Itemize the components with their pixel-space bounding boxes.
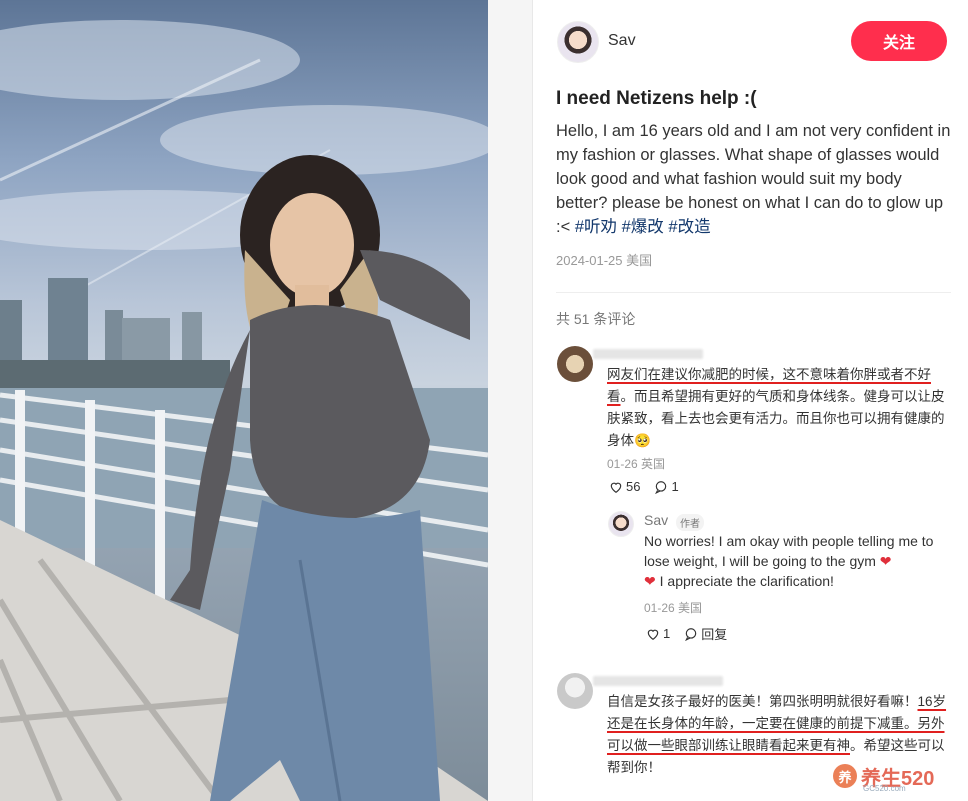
reply-author-name[interactable]: Sav bbox=[644, 512, 668, 528]
comment-meta: 01-26 英国 bbox=[607, 455, 665, 472]
commenter-avatar[interactable] bbox=[557, 346, 593, 382]
note-meta: 2024-01-25 美国 bbox=[556, 250, 652, 269]
note-body: Hello, I am 16 years old and I am not ve… bbox=[556, 119, 951, 239]
commenter-avatar[interactable] bbox=[557, 673, 593, 709]
note-date: 2024-01-25 bbox=[556, 253, 623, 268]
reply-button[interactable]: 回复 bbox=[684, 624, 727, 643]
comment-location: 英国 bbox=[641, 457, 666, 471]
note-title: I need Netizens help :( bbox=[556, 88, 757, 109]
commenter-name-blurred bbox=[593, 349, 703, 359]
heart-icon bbox=[610, 482, 622, 493]
like-button[interactable]: 56 bbox=[609, 479, 640, 494]
heart-icon bbox=[647, 629, 659, 640]
reply-date: 01-26 bbox=[644, 601, 675, 615]
photo-illustration bbox=[0, 20, 488, 801]
reply-label: 回复 bbox=[701, 627, 728, 642]
reply-text-part2: I appreciate the clarification! bbox=[659, 573, 834, 589]
like-button[interactable]: 1 bbox=[646, 626, 670, 641]
comment-text: 网友们在建议你减肥的时候，这不意味着你胖或者不好看。而且希望拥有更好的气质和身体… bbox=[607, 364, 955, 452]
separator bbox=[556, 292, 951, 293]
comment-date: 01-26 bbox=[607, 457, 638, 471]
author-badge: 作者 bbox=[676, 514, 704, 531]
note-location: 美国 bbox=[626, 253, 653, 268]
note-detail-panel: Sav 关注 I need Netizens help :( Hello, I … bbox=[533, 0, 968, 801]
tag-link[interactable]: #爆改 bbox=[622, 218, 664, 236]
reply-count: 1 bbox=[671, 479, 679, 494]
reply-text: No worries! I am okay with people tellin… bbox=[644, 531, 954, 591]
author-name[interactable]: Sav bbox=[608, 32, 636, 50]
reply-actions: 1 回复 bbox=[646, 624, 727, 643]
comment-text-part1: 自信是女孩子最好的医美！第四张明明就很好看嘛！ bbox=[607, 694, 918, 709]
follow-button[interactable]: 关注 bbox=[851, 21, 947, 61]
tag-link[interactable]: #改造 bbox=[668, 218, 710, 236]
emoji-icon: 🥺 bbox=[634, 433, 651, 448]
comment-count: 共 51 条评论 bbox=[556, 311, 636, 327]
comment-actions: 56 1 bbox=[609, 479, 679, 494]
like-count: 56 bbox=[626, 479, 641, 494]
photo-gutter bbox=[488, 0, 532, 801]
post-photo[interactable] bbox=[0, 0, 488, 801]
reply-button[interactable]: 1 bbox=[654, 479, 679, 494]
heart-emoji-icon: ❤ bbox=[644, 573, 656, 589]
commenter-name-blurred bbox=[593, 676, 723, 686]
watermark-sub: GC520.com bbox=[863, 784, 906, 793]
author-avatar[interactable] bbox=[557, 21, 599, 63]
reply-author-avatar[interactable] bbox=[608, 511, 634, 537]
reply-location: 美国 bbox=[678, 601, 703, 615]
comment-bubble-icon bbox=[685, 627, 697, 641]
reply-meta: 01-26 美国 bbox=[644, 599, 702, 616]
like-count: 1 bbox=[663, 626, 671, 641]
heart-emoji-icon: ❤ bbox=[879, 553, 892, 569]
tag-link[interactable]: #听劝 bbox=[575, 218, 617, 236]
comment-rest-text: 。而且希望拥有更好的气质和身体线条。健身可以让皮肤紧致，看上去也会更有活力。而且… bbox=[607, 389, 945, 448]
watermark-logo-icon: 养 bbox=[833, 764, 857, 788]
comment-bubble-icon bbox=[655, 480, 667, 494]
